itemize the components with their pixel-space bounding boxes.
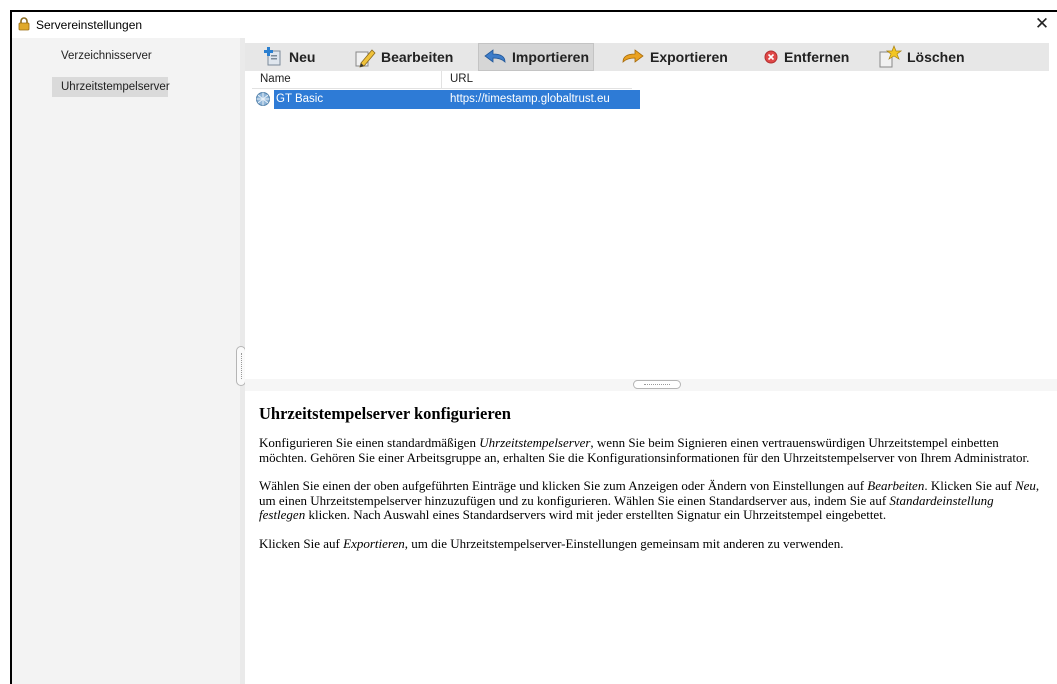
list-header: Name URL: [252, 71, 632, 89]
title-bar: Servereinstellungen ✕: [12, 12, 1057, 38]
new-button[interactable]: Neu: [262, 43, 315, 71]
add-icon: [264, 47, 281, 66]
delete-icon: [879, 45, 902, 68]
toolbar: Neu Bearbeiten Importieren Exportieren E…: [245, 43, 1049, 71]
export-label: Exportieren: [650, 49, 728, 65]
main-panel: Neu Bearbeiten Importieren Exportieren E…: [245, 38, 1057, 684]
window-title: Servereinstellungen: [36, 18, 143, 32]
column-header-name[interactable]: Name: [252, 71, 442, 88]
new-label: Neu: [289, 49, 316, 65]
server-settings-window: Servereinstellungen ✕ Verzeichnisserver …: [10, 10, 1057, 684]
edit-icon: [355, 49, 376, 68]
help-paragraph-2: Wählen Sie einen der oben aufgeführten E…: [259, 478, 1040, 522]
remove-button[interactable]: Entfernen: [763, 43, 849, 71]
delete-button[interactable]: Löschen: [878, 43, 965, 71]
help-paragraph-3: Klicken Sie auf Exportieren, um die Uhrz…: [259, 535, 844, 551]
row-name: GT Basic: [274, 90, 442, 109]
import-icon: [484, 49, 506, 63]
import-button[interactable]: Importieren: [478, 43, 595, 71]
column-header-url[interactable]: URL: [442, 71, 632, 88]
table-row[interactable]: GT Basic https://timestamp.globaltrust.e…: [252, 90, 640, 109]
delete-label: Löschen: [907, 49, 965, 65]
export-icon: [622, 49, 644, 63]
export-button[interactable]: Exportieren: [621, 43, 728, 71]
horizontal-splitter[interactable]: [245, 379, 1057, 391]
lock-icon: [18, 17, 30, 31]
import-label: Importieren: [512, 49, 590, 65]
row-url: https://timestamp.globaltrust.eu: [442, 90, 640, 109]
splitter-grip-horizontal[interactable]: [633, 380, 681, 389]
help-paragraph-1: Konfigurieren Sie einen standardmäßigen …: [259, 435, 1030, 465]
edit-label: Bearbeiten: [381, 49, 454, 65]
help-panel: Uhrzeitstempelserver konfigurieren Konfi…: [245, 391, 1057, 684]
help-heading: Uhrzeitstempelserver konfigurieren: [259, 404, 511, 423]
sidebar-item-verzeichnisserver[interactable]: Verzeichnisserver: [52, 46, 168, 66]
remove-label: Entfernen: [784, 49, 850, 65]
remove-icon: [764, 50, 778, 64]
sidebar: Verzeichnisserver Uhrzeitstempelserver: [12, 38, 240, 684]
server-icon: [256, 92, 270, 106]
sidebar-item-uhrzeitstempelserver[interactable]: Uhrzeitstempelserver: [52, 77, 170, 97]
server-list: Name URL GT Basic https://timestamp.glob…: [252, 71, 640, 109]
edit-button[interactable]: Bearbeiten: [354, 43, 453, 71]
close-icon[interactable]: ✕: [1033, 14, 1051, 34]
